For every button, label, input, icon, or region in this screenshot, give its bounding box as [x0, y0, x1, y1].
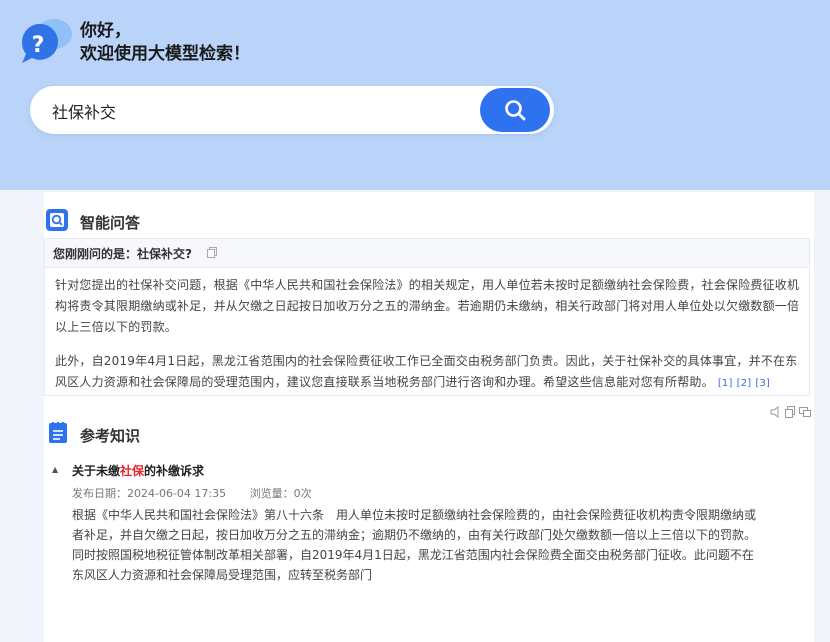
reference-link-3[interactable]: [3] [755, 378, 770, 389]
reference-item-meta: 发布日期：2024-06-04 17:35 浏览量：0次 [72, 485, 312, 501]
view-count: 浏览量：0次 [249, 487, 312, 500]
collapse-caret-icon[interactable]: ▲ [52, 465, 58, 474]
qa-section-icon [46, 209, 68, 231]
reference-body-line-2: 同时按照国税地税征管体制改革相关部署，自2019年4月1日起，黑龙江省范围内社会… [72, 548, 754, 582]
copy-answer-icon[interactable] [784, 405, 796, 419]
title-suffix: 的补缴诉求 [144, 464, 205, 478]
search-bar [30, 86, 554, 134]
greeting-line-2: 欢迎使用大模型检索！ [80, 44, 250, 64]
reference-section-title: 参考知识 [80, 427, 141, 445]
speaker-icon[interactable] [770, 405, 782, 419]
publish-date: 发布日期：2024-06-04 17:35 [72, 487, 227, 500]
hero-banner: ? 你好， 欢迎使用大模型检索！ [0, 0, 830, 190]
qa-question-bar: 您刚刚问的是：社保补交? [45, 239, 809, 268]
copy-icon[interactable] [207, 247, 217, 258]
reference-link-1[interactable]: [1] [718, 378, 733, 389]
reference-item-title[interactable]: 关于未缴社保的补缴诉求 [72, 462, 204, 479]
qa-answer-paragraph-1: 针对您提出的社保补交问题，根据《中华人民共和国社会保险法》的相关规定，用人单位若… [55, 278, 800, 334]
qa-answer-card: 您刚刚问的是：社保补交? 针对您提出的社保补交问题，根据《中华人民共和国社会保险… [44, 238, 810, 396]
search-input[interactable] [50, 94, 474, 128]
results-panel: 智能问答 您刚刚问的是：社保补交? 针对您提出的社保补交问题，根据《中华人民共和… [44, 192, 814, 642]
reference-link-2[interactable]: [2] [737, 378, 752, 389]
svg-text:?: ? [32, 33, 45, 58]
document-icon [49, 422, 67, 443]
qa-question: 您刚刚问的是：社保补交? [53, 247, 192, 261]
reference-item-body: 根据《中华人民共和国社会保险法》第八十六条 用人单位未按时足额缴纳社会保险费的，… [72, 505, 762, 585]
qa-answer-text-2: 此外，自2019年4月1日起，黑龙江省范围内的社会保险费征收工作已全面交由税务部… [55, 354, 798, 389]
search-button[interactable] [480, 88, 550, 132]
title-highlight: 社保 [120, 464, 145, 478]
reference-body-line-1: 根据《中华人民共和国社会保险法》第八十六条 用人单位未按时足额缴纳社会保险费的，… [72, 508, 757, 542]
qa-section-title: 智能问答 [80, 214, 141, 232]
search-icon [505, 100, 526, 121]
title-prefix: 关于未缴 [72, 464, 121, 478]
greeting-line-1: 你好， [80, 21, 131, 41]
feedback-icon[interactable] [798, 405, 812, 419]
question-bubble-icon: ? [21, 19, 72, 63]
qa-answer-paragraph-2: 此外，自2019年4月1日起，黑龙江省范围内的社会保险费征收工作已全面交由税务部… [55, 351, 803, 394]
